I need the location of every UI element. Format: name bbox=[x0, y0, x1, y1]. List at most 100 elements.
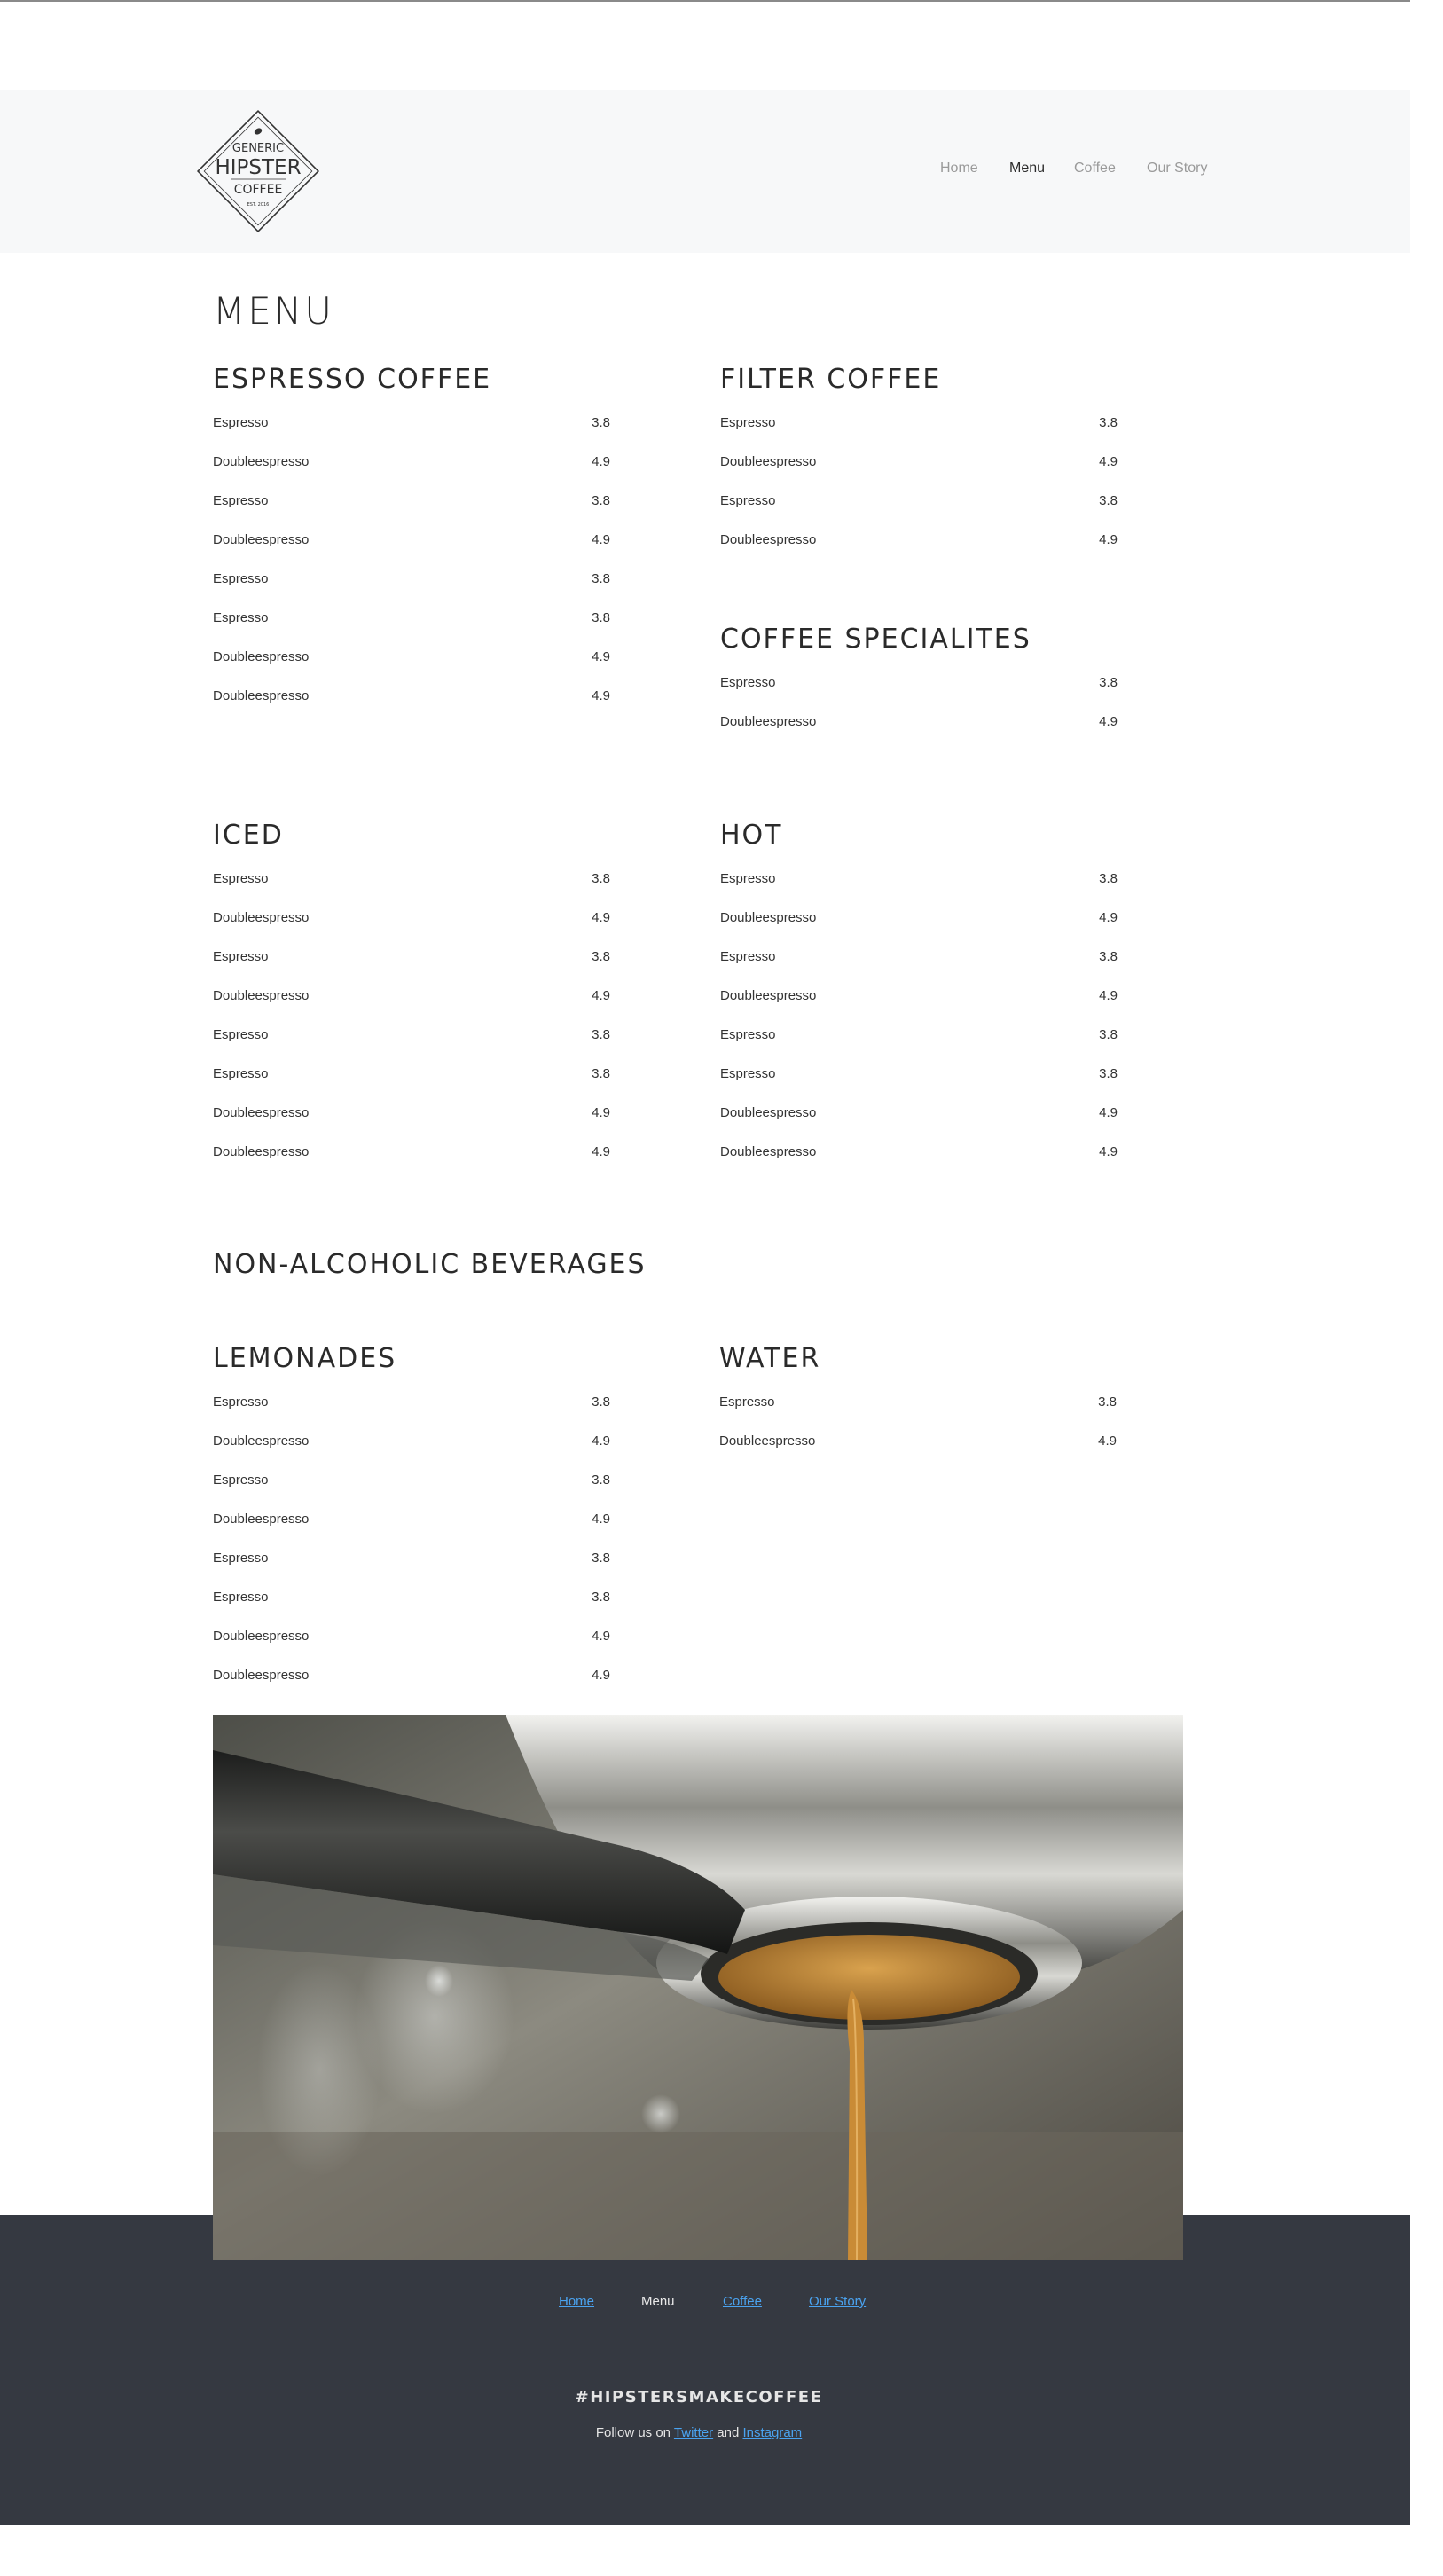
menu-item-name: Espresso bbox=[720, 1026, 776, 1042]
menu-item-name: Doubleespresso bbox=[719, 1433, 816, 1449]
menu-item: Doubleespresso 4.9 bbox=[213, 1499, 612, 1538]
menu-item-price: 3.8 bbox=[592, 1589, 610, 1605]
menu-list: Espresso 3.8 Doubleespresso 4.9 Espresso 3.8 D… bbox=[213, 1382, 612, 1694]
hashtag: #HIPSTERSMAKECOFFEE bbox=[575, 2388, 823, 2407]
menu-item: Doubleespresso 4.9 bbox=[213, 1421, 612, 1460]
section-title: WATER bbox=[719, 1343, 821, 1374]
menu-item-name: Doubleespresso bbox=[720, 453, 817, 469]
menu-item: Doubleespresso 4.9 bbox=[213, 637, 612, 676]
menu-item: Espresso 3.8 bbox=[213, 559, 612, 598]
espresso-machine-photo bbox=[213, 1715, 1183, 2260]
menu-item-name: Espresso bbox=[720, 492, 776, 508]
section-hot: HOT Espresso 3.8 Doubleespresso 4.9 Espresso… bbox=[720, 820, 1119, 1171]
site-footer bbox=[0, 2215, 1410, 2525]
menu-item: Doubleespresso 4.9 bbox=[720, 898, 1119, 937]
menu-item-name: Espresso bbox=[719, 1394, 775, 1410]
instagram-link[interactable]: Instagram bbox=[742, 2425, 802, 2440]
footer-nav-coffee[interactable]: Coffee bbox=[723, 2294, 762, 2309]
menu-list: Espresso 3.8 Doubleespresso 4.9 Espresso 3.8 D… bbox=[720, 859, 1119, 1171]
footer-nav-home[interactable]: Home bbox=[559, 2294, 594, 2309]
menu-item-name: Espresso bbox=[213, 1472, 269, 1488]
menu-item-name: Doubleespresso bbox=[213, 987, 310, 1003]
menu-item-price: 3.8 bbox=[1099, 870, 1118, 886]
follow-prefix: Follow us on bbox=[595, 2425, 674, 2440]
menu-item: Doubleespresso 4.9 bbox=[213, 898, 612, 937]
menu-item: Espresso 3.8 bbox=[213, 1054, 612, 1093]
menu-item-price: 4.9 bbox=[1099, 531, 1118, 547]
menu-item-name: Espresso bbox=[213, 1394, 269, 1410]
footer-nav-our-story[interactable]: Our Story bbox=[809, 2294, 866, 2309]
menu-item: Espresso 3.8 bbox=[213, 403, 612, 442]
menu-item-price: 3.8 bbox=[592, 1550, 610, 1566]
logo-line3: COFFEE bbox=[234, 183, 283, 197]
menu-item-price: 3.8 bbox=[592, 570, 610, 586]
menu-item: Doubleespresso 4.9 bbox=[720, 442, 1119, 481]
menu-item-price: 3.8 bbox=[592, 1472, 610, 1488]
follow-and: and bbox=[713, 2425, 743, 2440]
nav-our-story[interactable]: Our Story bbox=[1147, 161, 1207, 177]
nav-coffee[interactable]: Coffee bbox=[1074, 161, 1116, 177]
menu-item-price: 4.9 bbox=[592, 909, 610, 925]
menu-item: Doubleespresso 4.9 bbox=[213, 1132, 612, 1171]
menu-item-price: 3.8 bbox=[592, 870, 610, 886]
menu-item-price: 4.9 bbox=[1099, 1143, 1118, 1159]
menu-item: Espresso 3.8 bbox=[720, 403, 1119, 442]
menu-item-price: 3.8 bbox=[592, 492, 610, 508]
menu-item-price: 3.8 bbox=[1099, 414, 1118, 430]
menu-item-price: 4.9 bbox=[1098, 1433, 1117, 1449]
menu-item-name: Doubleespresso bbox=[213, 1628, 310, 1644]
menu-item: Espresso 3.8 bbox=[720, 859, 1119, 898]
menu-item: Doubleespresso 4.9 bbox=[213, 1655, 612, 1694]
section-title: ICED bbox=[213, 820, 284, 851]
menu-item: Espresso 3.8 bbox=[720, 663, 1119, 702]
logo-line4: EST. 2016 bbox=[247, 202, 270, 208]
footer-nav: Home Menu Coffee Our Story bbox=[0, 2294, 1410, 2313]
menu-item-price: 3.8 bbox=[1099, 674, 1118, 690]
coffee-bean-icon bbox=[254, 128, 263, 135]
section-title: FILTER COFFEE bbox=[720, 364, 942, 395]
menu-item-name: Espresso bbox=[213, 570, 269, 586]
menu-item: Doubleespresso 4.9 bbox=[720, 1093, 1119, 1132]
twitter-link[interactable]: Twitter bbox=[674, 2425, 713, 2440]
menu-item-name: Doubleespresso bbox=[213, 648, 310, 664]
menu-item-price: 3.8 bbox=[592, 1026, 610, 1042]
menu-item-price: 4.9 bbox=[592, 1104, 610, 1120]
menu-item-price: 4.9 bbox=[592, 1667, 610, 1683]
menu-item: Espresso 3.8 bbox=[213, 598, 612, 637]
menu-item-price: 4.9 bbox=[592, 1433, 610, 1449]
menu-item-name: Doubleespresso bbox=[213, 687, 310, 703]
section-title: ESPRESSO COFFEE bbox=[213, 364, 492, 395]
menu-item-name: Espresso bbox=[213, 492, 269, 508]
menu-item: Espresso 3.8 bbox=[213, 1538, 612, 1577]
menu-item: Doubleespresso 4.9 bbox=[213, 976, 612, 1015]
menu-item-name: Doubleespresso bbox=[213, 1667, 310, 1683]
menu-item: Doubleespresso 4.9 bbox=[213, 1616, 612, 1655]
menu-item: Doubleespresso 4.9 bbox=[213, 520, 612, 559]
menu-item-price: 4.9 bbox=[592, 531, 610, 547]
menu-item: Espresso 3.8 bbox=[213, 1015, 612, 1054]
menu-item-name: Doubleespresso bbox=[213, 453, 310, 469]
menu-item-price: 3.8 bbox=[1099, 492, 1118, 508]
menu-item: Espresso 3.8 bbox=[719, 1382, 1118, 1421]
nav-home[interactable]: Home bbox=[940, 161, 978, 177]
menu-item: Espresso 3.8 bbox=[720, 1015, 1119, 1054]
menu-item-name: Doubleespresso bbox=[213, 1511, 310, 1527]
menu-item-name: Espresso bbox=[213, 1065, 269, 1081]
page-title: MENU bbox=[213, 289, 334, 333]
footer-nav-menu[interactable]: Menu bbox=[641, 2294, 675, 2309]
menu-item-price: 3.8 bbox=[592, 414, 610, 430]
menu-item-name: Espresso bbox=[720, 414, 776, 430]
menu-item: Doubleespresso 4.9 bbox=[720, 702, 1119, 741]
section-title: HOT bbox=[720, 820, 783, 851]
menu-item-name: Doubleespresso bbox=[720, 909, 817, 925]
menu-item-name: Espresso bbox=[720, 948, 776, 964]
menu-list: Espresso 3.8 Doubleespresso 4.9 bbox=[719, 1382, 1118, 1460]
menu-item-name: Doubleespresso bbox=[720, 713, 817, 729]
non-alcoholic-title: NON-ALCOHOLIC BEVERAGES bbox=[213, 1249, 647, 1280]
menu-list: Espresso 3.8 Doubleespresso 4.9 Espresso 3.8 D… bbox=[720, 403, 1119, 559]
menu-item-price: 4.9 bbox=[592, 1143, 610, 1159]
menu-item-price: 3.8 bbox=[1099, 1026, 1118, 1042]
menu-item-name: Espresso bbox=[213, 870, 269, 886]
menu-item: Espresso 3.8 bbox=[213, 1577, 612, 1616]
nav-menu[interactable]: Menu bbox=[1009, 161, 1045, 177]
